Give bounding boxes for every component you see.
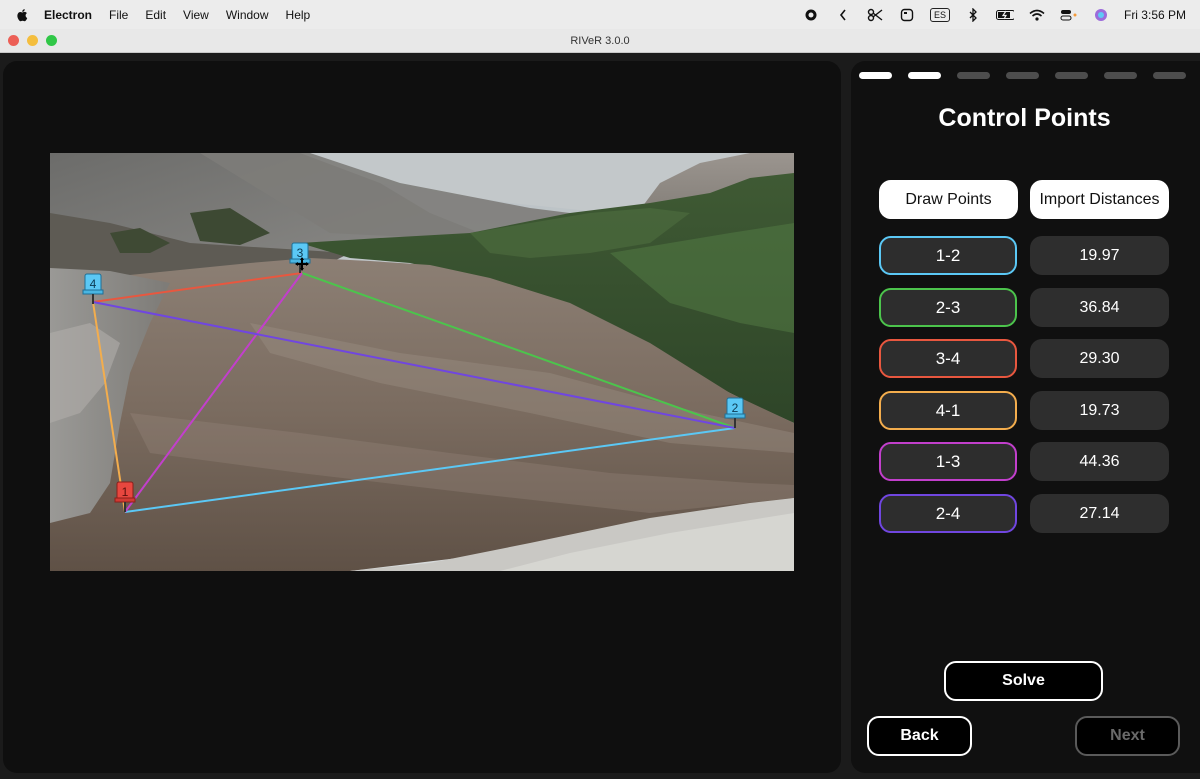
- panel-title: Control Points: [938, 104, 1111, 132]
- scissors-icon[interactable]: [866, 8, 884, 22]
- distance-value-1-3[interactable]: 44.36: [1030, 442, 1169, 481]
- battery-icon[interactable]: [995, 8, 1014, 22]
- back-button[interactable]: Back: [867, 716, 972, 756]
- pair-button-2-3[interactable]: 2-3: [879, 288, 1017, 327]
- bluetooth-icon[interactable]: [964, 7, 982, 22]
- menubar-clock: Fri 3:56 PM: [1123, 7, 1186, 22]
- draw-points-button[interactable]: Draw Points: [879, 180, 1018, 219]
- step-indicator: [908, 72, 941, 79]
- apple-icon[interactable]: [16, 8, 30, 22]
- window-title-bar: RIVeR 3.0.0: [0, 29, 1200, 53]
- menu-app-name[interactable]: Electron: [44, 8, 92, 22]
- step-indicator: [1055, 72, 1088, 79]
- pair-button-1-2[interactable]: 1-2: [879, 236, 1017, 275]
- step-indicator: [1153, 72, 1186, 79]
- chevron-left-icon[interactable]: [834, 8, 852, 22]
- distance-value-3-4[interactable]: 29.30: [1030, 339, 1169, 378]
- marker-3-label: 3: [297, 246, 304, 260]
- step-indicator: [957, 72, 990, 79]
- menu-bar: Electron File Edit View Window Help ES F…: [0, 0, 1200, 29]
- pair-button-2-4[interactable]: 2-4: [879, 494, 1017, 533]
- next-button[interactable]: Next: [1075, 716, 1180, 756]
- control-center-icon[interactable]: [1060, 8, 1078, 22]
- menu-edit[interactable]: Edit: [145, 8, 166, 22]
- menu-help[interactable]: Help: [286, 8, 311, 22]
- input-source-badge[interactable]: ES: [929, 7, 950, 22]
- distance-value-2-4[interactable]: 27.14: [1030, 494, 1169, 533]
- distance-value-4-1[interactable]: 19.73: [1030, 391, 1169, 430]
- pair-button-4-1[interactable]: 4-1: [879, 391, 1017, 430]
- wifi-icon[interactable]: [1028, 8, 1046, 22]
- progress-steps: [859, 72, 1186, 79]
- minimize-window-button[interactable]: [27, 35, 38, 46]
- zoom-window-button[interactable]: [46, 35, 57, 46]
- menu-window[interactable]: Window: [226, 8, 269, 22]
- siri-icon[interactable]: [1092, 8, 1110, 22]
- marker-2-label: 2: [732, 401, 739, 415]
- control-points-panel: Control Points Draw Points Import Distan…: [851, 61, 1200, 773]
- menu-file[interactable]: File: [109, 8, 128, 22]
- distance-value-2-3[interactable]: 36.84: [1030, 288, 1169, 327]
- marker-4-label: 4: [90, 277, 97, 291]
- step-indicator: [1104, 72, 1137, 79]
- window-icon[interactable]: [898, 8, 916, 22]
- menu-view[interactable]: View: [183, 8, 209, 22]
- close-window-button[interactable]: [8, 35, 19, 46]
- pair-button-3-4[interactable]: 3-4: [879, 339, 1017, 378]
- step-indicator: [859, 72, 892, 79]
- import-distances-button[interactable]: Import Distances: [1030, 180, 1169, 219]
- river-image[interactable]: 1 2 3 4: [50, 153, 794, 571]
- step-indicator: [1006, 72, 1039, 79]
- record-icon[interactable]: [802, 8, 820, 22]
- distance-value-1-2[interactable]: 19.97: [1030, 236, 1169, 275]
- solve-button[interactable]: Solve: [944, 661, 1103, 701]
- marker-1-label: 1: [122, 485, 129, 499]
- pair-button-1-3[interactable]: 1-3: [879, 442, 1017, 481]
- window-title: RIVeR 3.0.0: [570, 34, 630, 47]
